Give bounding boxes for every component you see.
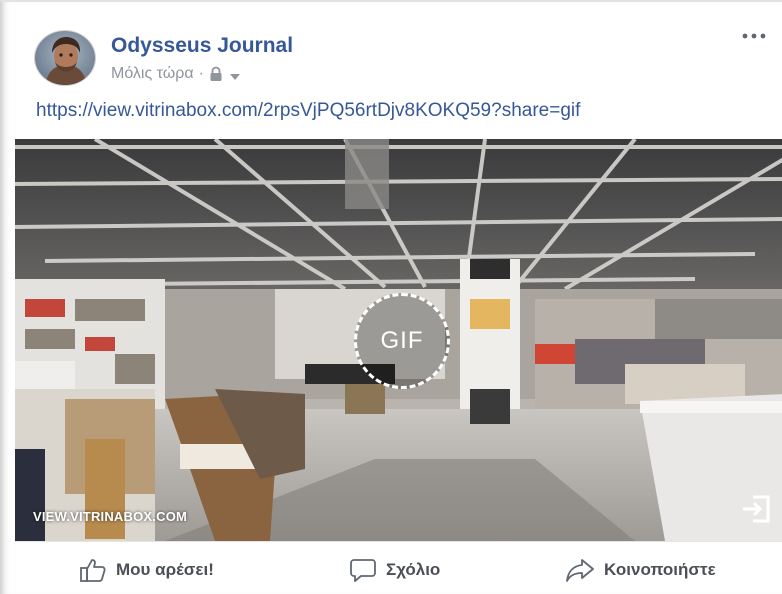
- post-meta: Μόλις τώρα ·: [111, 64, 241, 84]
- gif-preview[interactable]: GIF VIEW.VITRINABOX.COM: [15, 139, 782, 541]
- author-name[interactable]: Odysseus Journal: [111, 34, 293, 58]
- caret-down-icon[interactable]: [229, 69, 241, 80]
- comment-button[interactable]: Σχόλιο: [349, 556, 440, 584]
- post-card: Odysseus Journal Μόλις τώρα · https://vi…: [0, 0, 782, 594]
- lock-icon: [209, 66, 223, 82]
- gif-badge-label: GIF: [380, 327, 424, 354]
- share-label: Κοινοποιήστε: [604, 560, 716, 579]
- share-arrow-icon: [566, 559, 594, 582]
- link-domain: VIEW.VITRINABOX.COM: [33, 509, 188, 524]
- like-label: Μου αρέσει!: [116, 560, 214, 579]
- share-button[interactable]: Κοινοποιήστε: [565, 556, 716, 584]
- comment-icon: [350, 559, 376, 582]
- comment-label: Σχόλιο: [386, 560, 441, 579]
- avatar-image: [35, 31, 95, 85]
- more-horizontal-icon[interactable]: [740, 28, 768, 44]
- like-button[interactable]: Μου αρέσει!: [79, 556, 214, 584]
- post-link[interactable]: https://view.vitrinabox.com/2rpsVjPQ56rt…: [36, 100, 580, 122]
- meta-separator: ·: [198, 65, 204, 82]
- thumbs-up-icon: [80, 559, 106, 582]
- post-actions: Μου αρέσει! Σχόλιο Κοινοποιήστε: [15, 541, 782, 594]
- gif-play-badge[interactable]: GIF: [354, 293, 450, 389]
- avatar[interactable]: [34, 30, 96, 86]
- open-external-icon[interactable]: [740, 494, 772, 524]
- timestamp[interactable]: Μόλις τώρα: [111, 65, 194, 83]
